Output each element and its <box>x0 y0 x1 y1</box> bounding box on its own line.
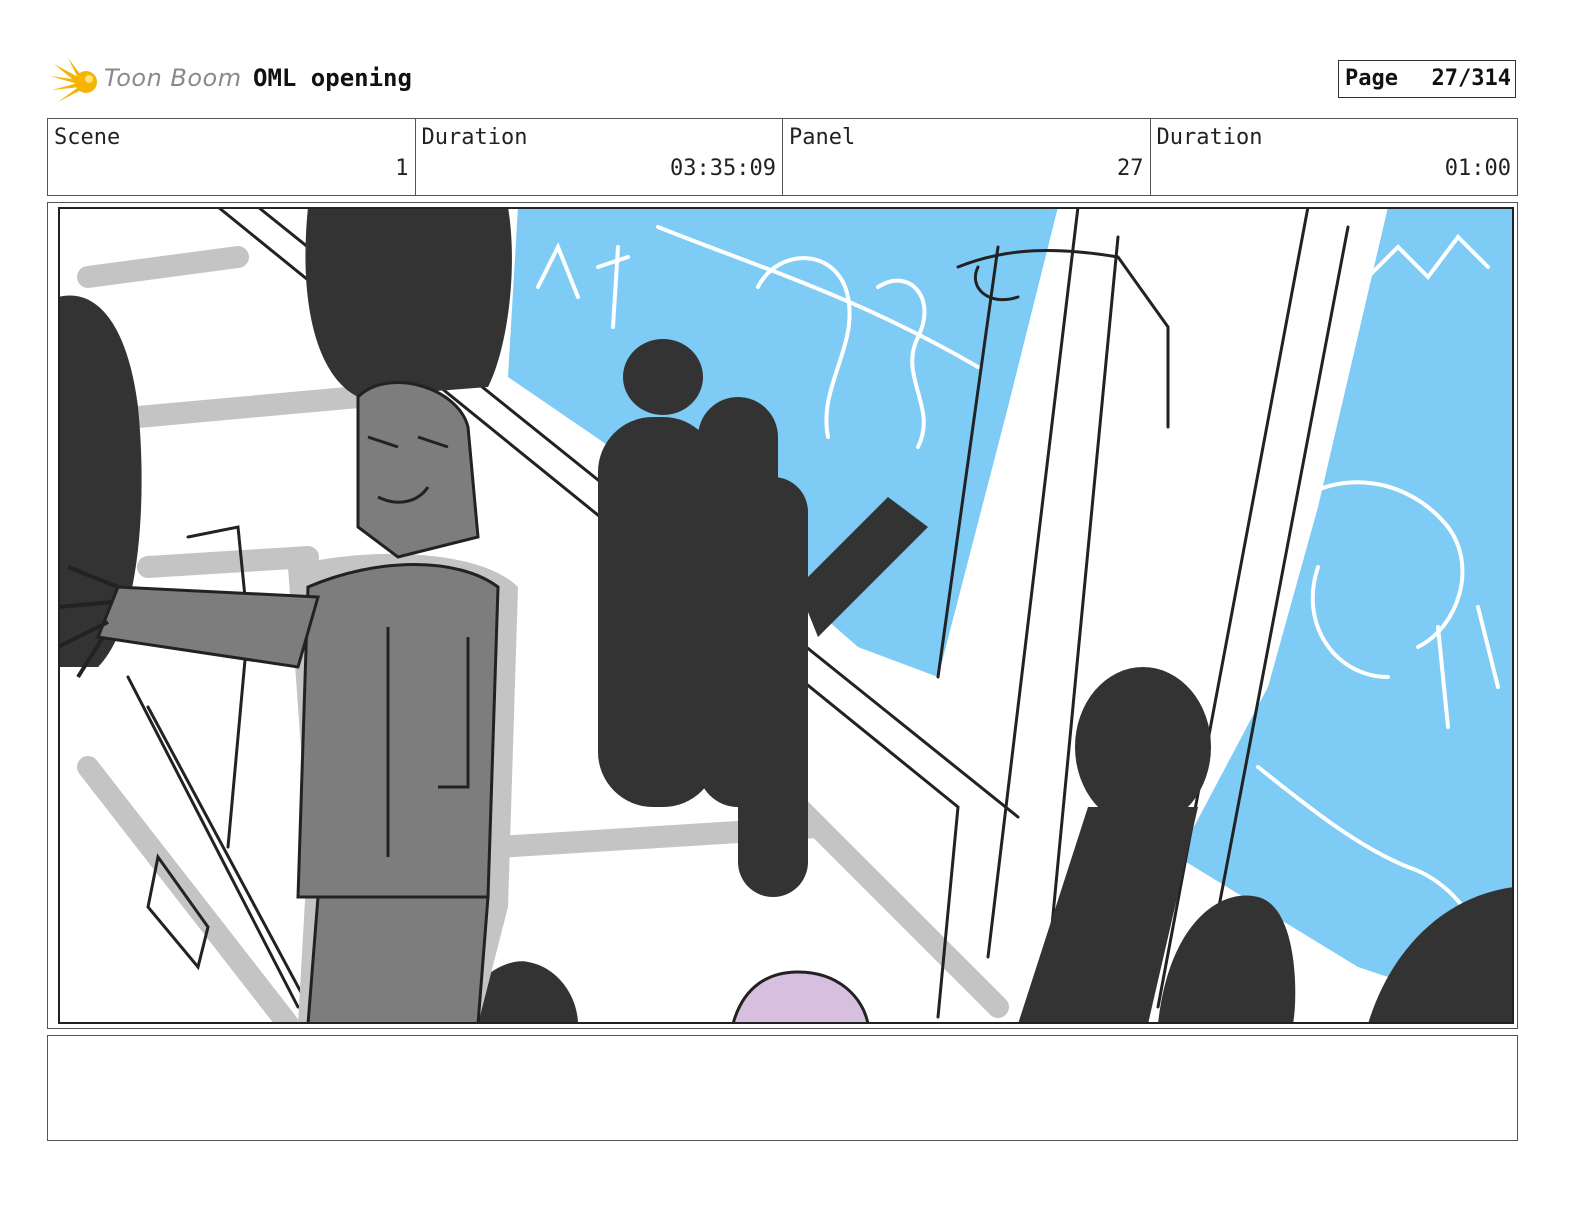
scene-duration-cell: Duration 03:35:09 <box>416 119 783 195</box>
panel-cell: Panel 27 <box>783 119 1151 195</box>
page-indicator: Page 27/314 <box>1338 60 1516 98</box>
page-label: Page <box>1345 66 1398 91</box>
page-number: 27/314 <box>1431 66 1511 91</box>
panel-label: Panel <box>789 125 856 150</box>
panel-duration-value: 01:00 <box>1444 156 1511 181</box>
panel-duration-cell: Duration 01:00 <box>1151 119 1518 195</box>
panel-info-table: Scene 1 Duration 03:35:09 Panel 27 Durat… <box>47 118 1518 196</box>
scene-duration-label: Duration <box>421 125 528 150</box>
notes-box <box>47 1035 1518 1141</box>
logo-wordmark: Toon Boom <box>104 64 242 92</box>
storyboard-sketch <box>58 207 1514 1024</box>
scene-value: 1 <box>395 156 409 181</box>
project-title: OML opening <box>253 64 412 92</box>
scene-duration-value: 03:35:09 <box>670 156 776 181</box>
panel-duration-label: Duration <box>1156 125 1263 150</box>
scene-cell: Scene 1 <box>48 119 416 195</box>
sunburst-icon <box>50 58 97 102</box>
scene-label: Scene <box>54 125 121 150</box>
panel-value: 27 <box>1117 156 1144 181</box>
